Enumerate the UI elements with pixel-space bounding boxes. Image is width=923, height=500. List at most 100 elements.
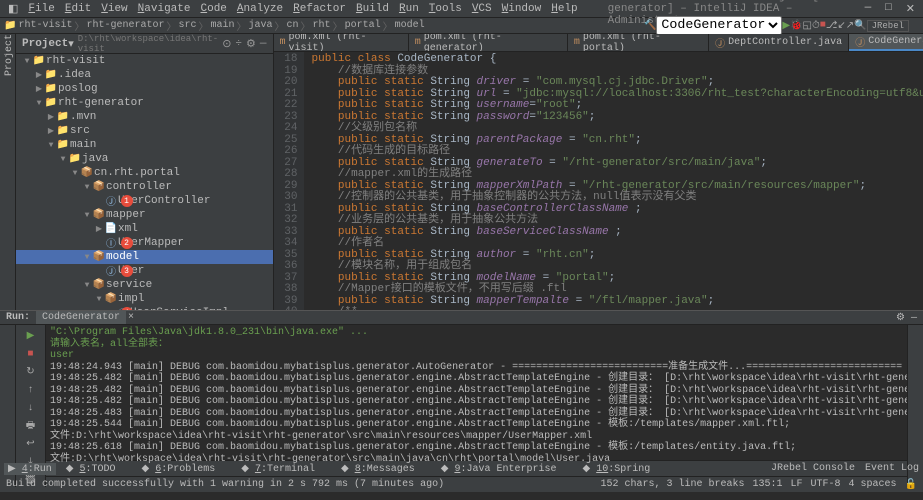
tool-tab-problems[interactable]: ◆ 6:Problems <box>141 463 215 475</box>
git-icon[interactable]: ⎇ <box>826 20 838 32</box>
run-config-select[interactable]: CodeGenerator <box>656 16 782 35</box>
menu-file[interactable]: File <box>24 3 58 15</box>
tool-tab-messages[interactable]: ◆ 8:Messages <box>341 463 415 475</box>
print-icon[interactable]: 🖶 <box>24 419 38 433</box>
restart-icon[interactable]: ↻ <box>24 365 38 379</box>
tool-tab-terminal[interactable]: ◆ 7:Terminal <box>241 463 315 475</box>
run-title: Run: <box>6 312 30 323</box>
editor-tab[interactable]: mpom.xml (rht-generator) <box>409 34 568 51</box>
menu-edit[interactable]: Edit <box>61 3 95 15</box>
breadcrumb-seg[interactable]: rht <box>313 20 331 31</box>
collapse-icon[interactable]: ÷ <box>235 38 242 50</box>
editor-tab[interactable]: mpom.xml (rht-portal) <box>568 34 709 51</box>
locate-icon[interactable]: ⊙ <box>222 37 231 51</box>
search-icon[interactable]: 🔍 <box>854 20 866 32</box>
tree-item[interactable]: ▼📦impl <box>16 292 273 306</box>
jrebel-console-tab[interactable]: JRebel Console <box>771 463 855 474</box>
run-config-tab[interactable]: CodeGenerator <box>36 311 126 324</box>
editor-tab[interactable]: ⒿCodeGenerator.java × <box>849 34 923 51</box>
editor-tab[interactable]: mpom.xml (rht-visit) <box>274 34 409 51</box>
breadcrumb-seg[interactable]: main <box>211 20 235 31</box>
menu-window[interactable]: Window <box>498 3 546 15</box>
wrap-icon[interactable]: ↩ <box>24 437 38 451</box>
editor-tabs[interactable]: mpom.xml (rht-visit)mpom.xml (rht-genera… <box>274 34 923 52</box>
breadcrumb-seg[interactable]: rht-visit <box>18 20 72 31</box>
menu-run[interactable]: Run <box>395 3 423 15</box>
menu-build[interactable]: Build <box>352 3 393 15</box>
menu-code[interactable]: Code <box>197 3 231 15</box>
run-gear-icon[interactable]: ⚙ — <box>896 312 917 324</box>
run-icon[interactable]: ▶ <box>782 20 790 32</box>
editor: mpom.xml (rht-visit)mpom.xml (rht-genera… <box>274 34 923 310</box>
breadcrumb-seg[interactable]: cn <box>287 20 299 31</box>
app-icon: ◧ <box>4 2 22 16</box>
breadcrumb-seg[interactable]: rht-generator <box>86 20 164 31</box>
status-enc[interactable]: UTF-8 <box>811 479 841 491</box>
menu-navigate[interactable]: Navigate <box>134 3 195 15</box>
project-panel: Project ▾ D:\rht\workspace\idea\rht-visi… <box>16 34 274 310</box>
profile-icon[interactable]: ⏱ <box>812 20 820 32</box>
lock-icon[interactable]: 🔓 <box>905 479 917 491</box>
tree-item[interactable]: ▶📁src <box>16 124 273 138</box>
menu-help[interactable]: Help <box>547 3 581 15</box>
git-push-icon[interactable]: ↗ <box>846 20 854 32</box>
tool-tab-java enterprise[interactable]: ◆ 9:Java Enterprise <box>441 463 557 475</box>
tree-item[interactable]: ▶📁.idea <box>16 68 273 82</box>
tree-item[interactable]: ▼📁java <box>16 152 273 166</box>
run-close-tab-icon[interactable]: × <box>128 312 134 323</box>
build-icon[interactable]: 🔨 <box>644 20 656 32</box>
tree-item[interactable]: ▼📁main <box>16 138 273 152</box>
tree-item[interactable]: ▼📦service <box>16 278 273 292</box>
project-tree[interactable]: ▼📁rht-visit▶📁.idea▶📁poslog▼📁rht-generato… <box>16 54 273 310</box>
tree-item[interactable]: ▼📁rht-generator <box>16 96 273 110</box>
tree-item[interactable]: ▶📁.mvn <box>16 110 273 124</box>
maximize-icon[interactable]: □ <box>881 2 896 16</box>
project-dropdown-icon[interactable]: ▾ <box>68 37 74 51</box>
debug-icon[interactable]: 🐞 <box>790 20 802 32</box>
tree-item[interactable]: ⒿUserServiceImpl4 <box>16 306 273 310</box>
gutter: 1819202122232425262728293031323334353637… <box>274 52 304 310</box>
gear-icon[interactable]: ⚙ <box>246 37 256 51</box>
hide-icon[interactable]: — <box>260 38 267 50</box>
tool-tab-run[interactable]: ▶ 4:Run <box>4 463 56 475</box>
code-lines[interactable]: public class CodeGenerator { //数据库连接参数 p… <box>304 52 923 310</box>
up-icon[interactable]: ↑ <box>24 383 38 397</box>
breadcrumb-seg[interactable]: portal <box>345 20 381 31</box>
project-root-path: D:\rht\workspace\idea\rht-visit <box>78 34 218 54</box>
tree-item[interactable]: ⒿUser3 <box>16 264 273 278</box>
coverage-icon[interactable]: ◱ <box>803 20 812 32</box>
tool-tab-todo[interactable]: ◆ 5:TODO <box>66 463 116 475</box>
tree-item[interactable]: ▶📁poslog <box>16 82 273 96</box>
tree-item[interactable]: ⒾUserMapper2 <box>16 236 273 250</box>
code-area[interactable]: 1819202122232425262728293031323334353637… <box>274 52 923 310</box>
jrebel-label[interactable]: JRebel <box>867 20 909 32</box>
tree-item[interactable]: ▼📁rht-visit <box>16 54 273 68</box>
git-pull-icon[interactable]: ↙ <box>837 20 845 32</box>
status-spaces[interactable]: 4 spaces <box>849 479 897 491</box>
down-icon[interactable]: ↓ <box>24 401 38 415</box>
status-pos: 135:1 <box>752 479 782 491</box>
rerun-icon[interactable]: ▶ <box>24 329 38 343</box>
left-tool-rail[interactable]: Project <box>0 34 16 310</box>
status-lf[interactable]: LF <box>791 479 803 491</box>
tree-item[interactable]: ▼📦model <box>16 250 273 264</box>
tool-tab-spring[interactable]: ◆ 10:Spring <box>582 463 650 475</box>
menu-tools[interactable]: Tools <box>425 3 466 15</box>
event-log-tab[interactable]: Event Log <box>865 463 919 474</box>
menu-analyze[interactable]: Analyze <box>233 3 287 15</box>
stop-run-icon[interactable]: ■ <box>24 347 38 361</box>
editor-tab[interactable]: ⒿDeptController.java <box>709 34 849 51</box>
breadcrumb-seg[interactable]: src <box>178 20 196 31</box>
breadcrumb-seg[interactable]: java <box>249 20 273 31</box>
menu-vcs[interactable]: VCS <box>468 3 496 15</box>
breadcrumb-seg[interactable]: model <box>395 20 425 31</box>
minimize-icon[interactable]: — <box>861 2 876 16</box>
tree-item[interactable]: ▶📄xml <box>16 222 273 236</box>
tree-item[interactable]: ▼📦controller <box>16 180 273 194</box>
close-icon[interactable]: ✕ <box>902 2 919 16</box>
menu-view[interactable]: View <box>97 3 131 15</box>
menu-refactor[interactable]: Refactor <box>289 3 350 15</box>
tree-item[interactable]: ▼📦mapper <box>16 208 273 222</box>
tree-item[interactable]: ▼📦cn.rht.portal <box>16 166 273 180</box>
tree-item[interactable]: ⒿUserController1 <box>16 194 273 208</box>
